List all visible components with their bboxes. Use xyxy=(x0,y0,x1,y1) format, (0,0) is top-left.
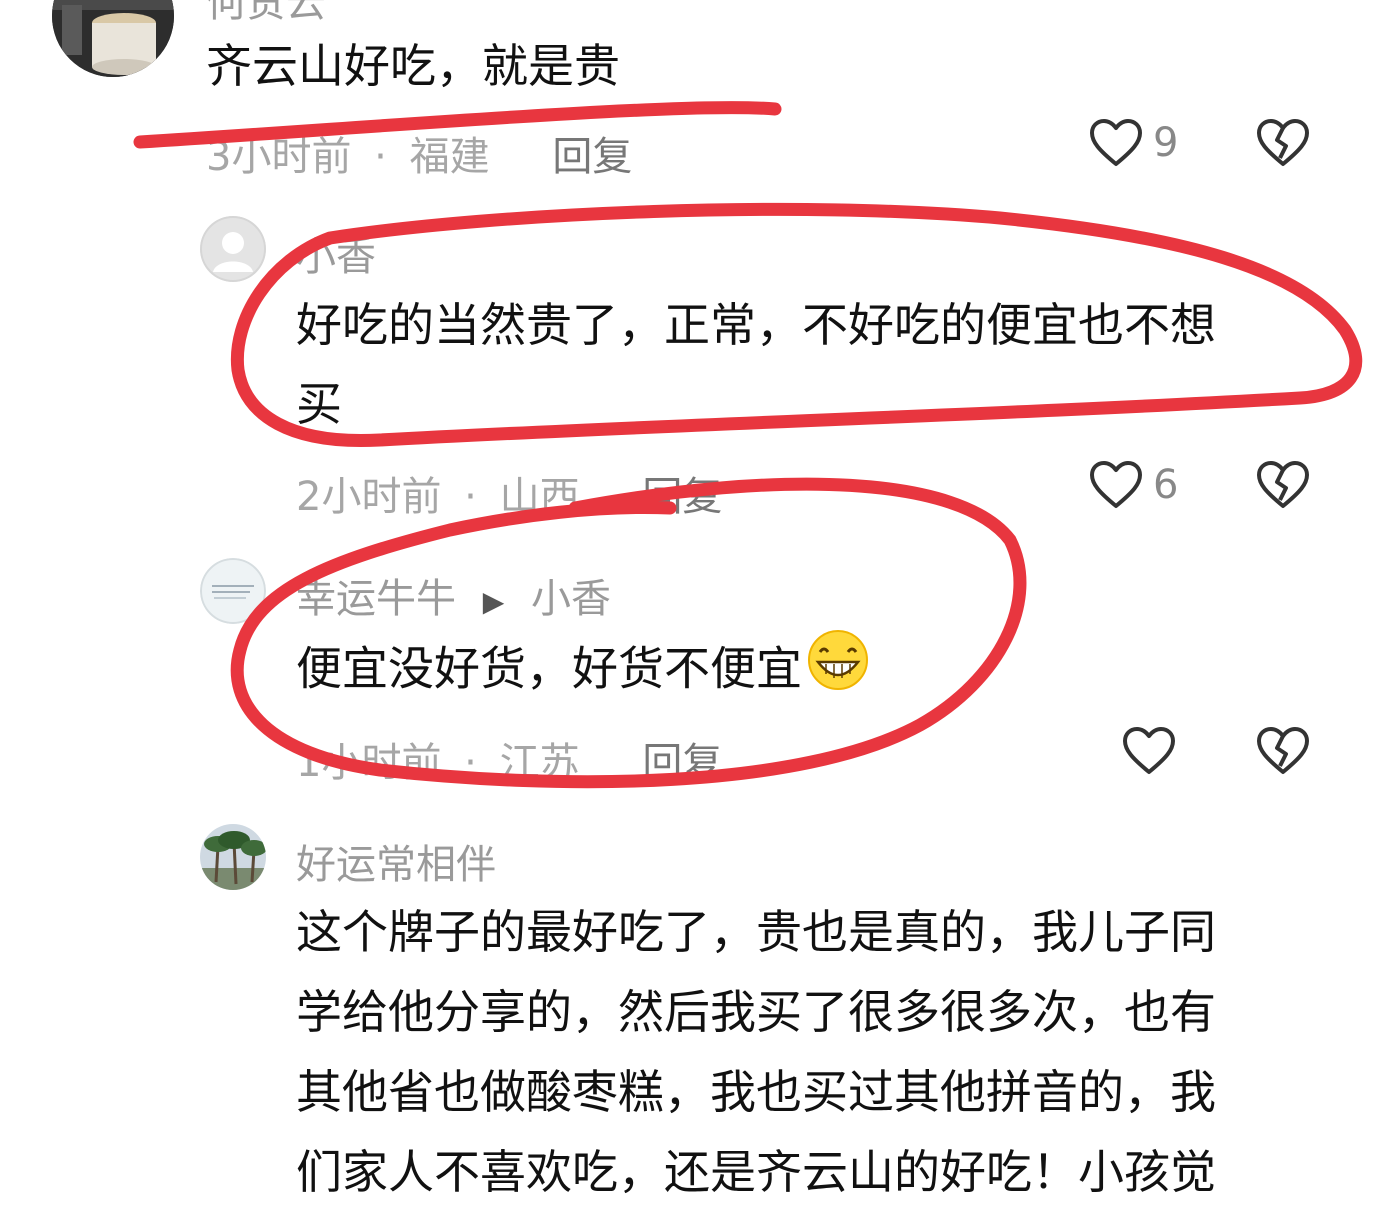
comment-location: 山西 xyxy=(499,474,580,520)
username[interactable]: 小香 xyxy=(296,224,376,282)
username-name[interactable]: 幸运牛牛 xyxy=(296,576,456,622)
separator: · xyxy=(374,134,387,180)
reply-arrow-icon: ▶ xyxy=(482,584,505,618)
reply-button[interactable]: 回复 xyxy=(642,740,722,786)
comment-time: 1小时前 xyxy=(296,740,442,786)
separator: · xyxy=(464,740,477,786)
comment-text-body: 便宜没好货，好货不便宜 xyxy=(296,641,802,696)
comment-text: 齐云山好吃，就是贵 xyxy=(206,39,620,93)
comment-meta: 1小时前 · 江苏 回复 xyxy=(296,730,722,788)
dislike-broken-heart-icon[interactable] xyxy=(1256,726,1310,780)
comment-text: 便宜没好货，好货不便宜 xyxy=(296,628,870,716)
like-count: 6 xyxy=(1153,462,1179,508)
username[interactable]: 好运常相伴 xyxy=(296,832,496,890)
avatar[interactable] xyxy=(200,216,266,282)
like-heart-icon[interactable] xyxy=(1089,460,1143,514)
default-user-icon xyxy=(200,216,266,282)
avatar[interactable] xyxy=(200,558,266,624)
comment-meta: 2小时前 · 山西 回复 xyxy=(296,464,722,522)
reply-button[interactable]: 回复 xyxy=(552,134,632,180)
comment-text-line-2: 学给他分享的，然后我买了很多很多次，也有 xyxy=(296,985,1216,1039)
comment-text-line-1: 好吃的当然贵了，正常，不好吃的便宜也不想 xyxy=(296,298,1216,352)
comment-time: 3小时前 xyxy=(206,134,352,180)
username: 幸运牛牛 ▶ 小香 xyxy=(296,566,611,624)
comment-text-line-1: 这个牌子的最好吃了，贵也是真的，我儿子同 xyxy=(296,905,1216,959)
dislike-broken-heart-icon[interactable] xyxy=(1256,460,1310,514)
like-heart-icon[interactable] xyxy=(1122,726,1176,780)
comment-text-line-3: 其他省也做酸枣糕，我也买过其他拼音的，我 xyxy=(296,1065,1216,1119)
like-count: 9 xyxy=(1153,120,1179,166)
comment-text-line-4: 们家人不喜欢吃，还是齐云山的好吃！小孩觉 xyxy=(296,1145,1216,1199)
reply-button[interactable]: 回复 xyxy=(642,474,722,520)
reply-to-name[interactable]: 小香 xyxy=(531,576,611,622)
avatar[interactable] xyxy=(52,0,174,77)
separator: · xyxy=(464,474,477,520)
comment-time: 2小时前 xyxy=(296,474,442,520)
grinning-face-emoji-icon xyxy=(806,628,870,716)
like-heart-icon[interactable] xyxy=(1089,118,1143,172)
comment-meta: 3小时前 · 福建 回复 xyxy=(206,124,632,182)
username[interactable]: 何贵云 xyxy=(206,0,326,28)
dislike-broken-heart-icon[interactable] xyxy=(1256,118,1310,172)
avatar[interactable] xyxy=(200,824,266,890)
comment-location: 福建 xyxy=(409,134,490,180)
comment-text-line-2: 买 xyxy=(296,377,342,431)
comment-location: 江苏 xyxy=(499,740,580,786)
